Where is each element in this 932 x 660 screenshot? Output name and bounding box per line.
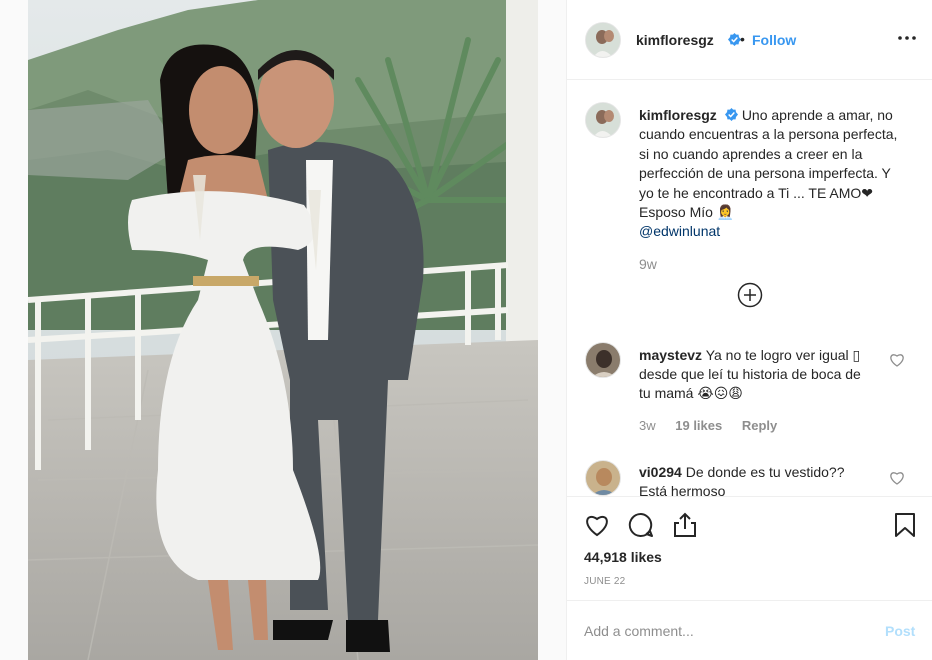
comment-username[interactable]: vi0294 bbox=[639, 464, 682, 480]
comment-time[interactable]: 3w bbox=[639, 418, 656, 433]
comment-like-heart-icon[interactable] bbox=[889, 352, 905, 368]
ellipsis-icon[interactable] bbox=[895, 26, 919, 50]
comment-item: maystevz Ya no te logro ver igual ▯ desd… bbox=[639, 346, 865, 403]
comment-reply-button[interactable]: Reply bbox=[742, 418, 777, 433]
comment-likes[interactable]: 19 likes bbox=[675, 418, 722, 433]
header-separator: • bbox=[740, 31, 745, 47]
load-more-comments-icon[interactable] bbox=[737, 282, 763, 308]
comment-avatar[interactable] bbox=[585, 460, 621, 496]
comment-bubble-icon[interactable] bbox=[627, 511, 655, 539]
comment-username[interactable]: maystevz bbox=[639, 347, 702, 363]
comment-avatar[interactable] bbox=[585, 342, 621, 378]
caption-username[interactable]: kimfloresgz bbox=[639, 107, 717, 123]
caption-mention-link[interactable]: @edwinlunat bbox=[639, 222, 907, 241]
save-bookmark-icon[interactable] bbox=[891, 511, 919, 539]
follow-button[interactable]: Follow bbox=[752, 32, 796, 48]
post-photo[interactable] bbox=[28, 0, 538, 660]
post-media-area bbox=[0, 0, 566, 660]
comment-item: vi0294 De donde es tu vestido?? Está her… bbox=[639, 463, 865, 496]
caption-text: Uno aprende a amar, no cuando encuentras… bbox=[639, 107, 898, 221]
caption-avatar[interactable] bbox=[585, 102, 621, 138]
post-header: kimfloresgz • Follow bbox=[567, 0, 932, 80]
post-comment-button[interactable]: Post bbox=[885, 623, 915, 639]
verified-badge-icon bbox=[724, 108, 738, 121]
likes-count[interactable]: 44,918 likes bbox=[584, 549, 662, 565]
post-actions: 44,918 likes JUNE 22 bbox=[567, 496, 932, 600]
caption-timestamp[interactable]: 9w bbox=[639, 256, 657, 272]
share-icon[interactable] bbox=[671, 511, 699, 539]
comments-list[interactable]: kimfloresgz Uno aprende a amar, no cuand… bbox=[567, 80, 932, 496]
add-comment-bar: Add a comment... Post bbox=[567, 600, 932, 660]
like-heart-icon[interactable] bbox=[583, 511, 611, 539]
comment-like-heart-icon[interactable] bbox=[889, 470, 905, 486]
post-caption: kimfloresgz Uno aprende a amar, no cuand… bbox=[639, 106, 907, 242]
author-username[interactable]: kimfloresgz bbox=[636, 32, 714, 48]
comment-input[interactable]: Add a comment... bbox=[584, 623, 694, 639]
post-date[interactable]: JUNE 22 bbox=[584, 576, 625, 587]
comment-meta: 3w 19 likes Reply bbox=[639, 418, 793, 433]
post-side-panel: kimfloresgz • Follow kimfloresgz Uno apr… bbox=[566, 0, 932, 660]
author-avatar[interactable] bbox=[585, 22, 621, 58]
